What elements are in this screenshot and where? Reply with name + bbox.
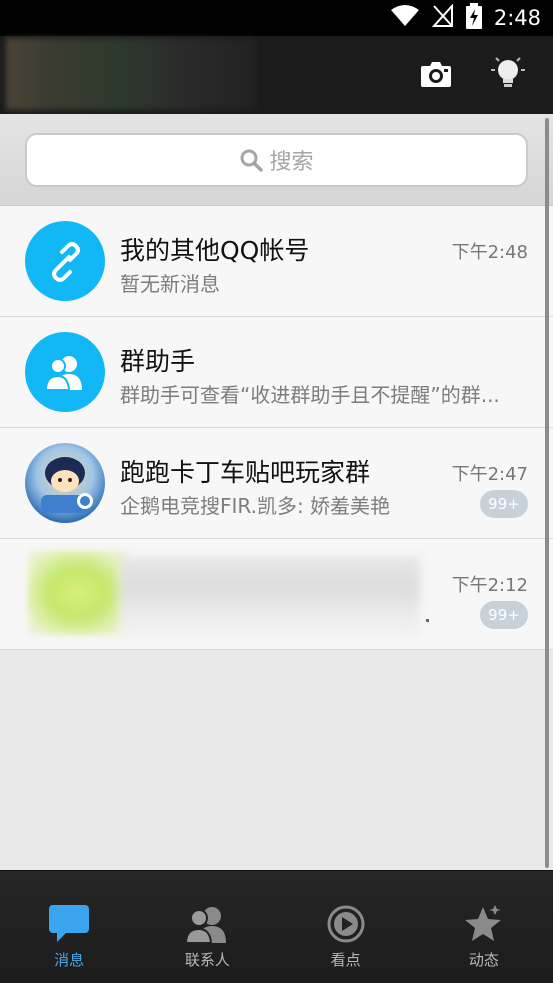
conversation-preview: 群助手可查看“收进群助手且不提醒”的群... xyxy=(120,383,500,407)
conversation-time: 下午2:12 xyxy=(451,575,528,596)
message-icon xyxy=(49,905,90,942)
game-character-avatar xyxy=(25,443,105,523)
profile-area[interactable] xyxy=(6,38,256,110)
status-bar: 2:48 xyxy=(0,0,553,36)
unread-badge: 99+ xyxy=(480,601,528,629)
tab-kandian[interactable]: 看点 xyxy=(277,871,415,983)
tab-label: 联系人 xyxy=(184,951,230,969)
status-time: 2:48 xyxy=(493,6,541,30)
conversation-title: 我的其他QQ帐号 xyxy=(120,236,310,265)
blurred-avatar xyxy=(28,551,128,635)
tab-label: 看点 xyxy=(330,951,361,969)
star-icon xyxy=(464,905,501,941)
conversation-list: 我的其他QQ帐号 暂无新消息 下午2:48 群助手 群助手可查看“收进群助手且不… xyxy=(0,206,553,650)
camera-button[interactable] xyxy=(416,54,456,94)
conversation-time: 下午2:47 xyxy=(451,464,528,485)
blurred-dot xyxy=(426,619,429,622)
scrollbar[interactable] xyxy=(545,118,549,868)
header xyxy=(0,36,553,114)
wifi-icon xyxy=(390,5,420,31)
conversation-item[interactable]: 我的其他QQ帐号 暂无新消息 下午2:48 xyxy=(0,206,553,317)
unread-badge: 99+ xyxy=(480,490,528,518)
conversation-title: 群助手 xyxy=(120,347,196,376)
tab-messages[interactable]: 消息 xyxy=(0,871,138,983)
conversation-preview: 暂无新消息 xyxy=(120,272,220,296)
search-placeholder: 搜索 xyxy=(269,150,314,175)
lightbulb-icon xyxy=(491,57,525,87)
lightbulb-button[interactable] xyxy=(488,54,528,94)
conversation-preview: 企鹅电竞搜FIR.凯多: 娇羞美艳 xyxy=(120,494,391,518)
search-icon xyxy=(240,149,264,172)
no-signal-icon xyxy=(431,3,454,32)
blurred-text xyxy=(120,557,420,637)
tab-contacts[interactable]: 联系人 xyxy=(138,871,276,983)
link-icon xyxy=(25,221,105,301)
tab-label: 消息 xyxy=(54,951,85,969)
contacts-icon xyxy=(185,907,227,943)
conversation-time: 下午2:48 xyxy=(451,242,528,263)
bottom-nav: 消息 联系人 看点 动态 xyxy=(0,870,553,983)
conversation-item[interactable]: 群助手 群助手可查看“收进群助手且不提醒”的群... xyxy=(0,317,553,428)
search-input[interactable]: 搜索 xyxy=(25,133,528,187)
group-people-icon xyxy=(25,332,105,412)
tab-label: 动态 xyxy=(468,951,499,969)
conversation-title: 跑跑卡丁车贴吧玩家群 xyxy=(120,458,371,487)
conversation-item[interactable]: 跑跑卡丁车贴吧玩家群 企鹅电竞搜FIR.凯多: 娇羞美艳 下午2:47 99+ xyxy=(0,428,553,539)
search-area: 搜索 xyxy=(0,114,553,206)
battery-charging-icon xyxy=(465,3,482,33)
play-icon xyxy=(327,905,365,943)
camera-icon xyxy=(421,62,451,87)
tab-dynamics[interactable]: 动态 xyxy=(415,871,553,983)
conversation-item[interactable]: 下午2:12 99+ xyxy=(0,539,553,650)
